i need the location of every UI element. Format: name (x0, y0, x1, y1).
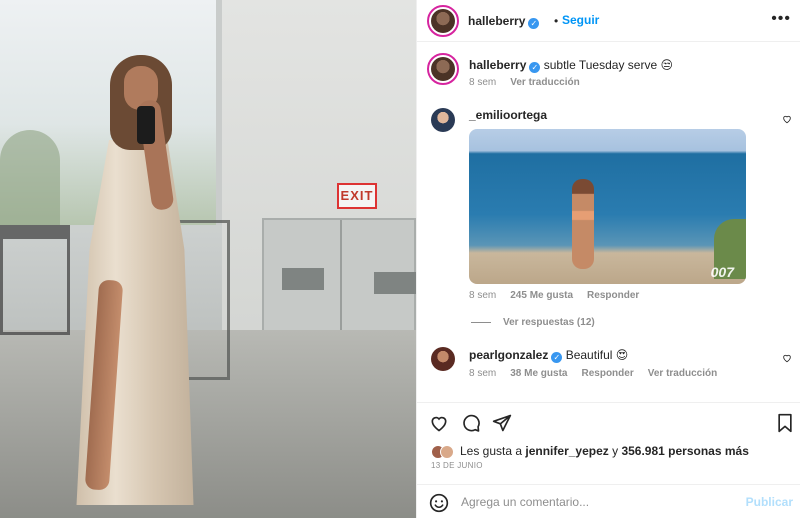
caption-translate-link[interactable]: Ver traducción (510, 77, 579, 88)
comment-username[interactable]: pearlgonzalez (469, 348, 548, 362)
comment-meta: 8 sem 38 Me gusta Responder Ver traducción (469, 368, 717, 379)
publish-button[interactable]: Publicar (746, 495, 793, 509)
caption-username[interactable]: halleberry (469, 58, 526, 72)
comment-like-heart-icon[interactable] (782, 353, 792, 363)
likes-text: Les gusta a jennifer_yepez y 356.981 per… (460, 444, 749, 458)
save-bookmark-icon[interactable] (776, 413, 794, 433)
comment-avatar[interactable] (431, 347, 455, 371)
verified-badge-icon: ✓ (528, 18, 540, 29)
likes-count-link[interactable]: 356.981 personas más (621, 444, 748, 458)
comment-reply-button[interactable]: Responder (581, 368, 633, 379)
follow-button[interactable]: Seguir (562, 13, 599, 27)
caption-meta: 8 sem Ver traducción (469, 77, 580, 88)
caption: halleberry ✓ subtle Tuesday serve 😒 (469, 58, 673, 73)
post-actions-bar (417, 402, 800, 442)
comment-composer: Publicar (417, 484, 800, 518)
post-header: halleberry ✓ • Seguir ••• (417, 0, 800, 42)
separator-dot: • (554, 14, 559, 28)
comment-reply-button[interactable]: Responder (587, 290, 639, 301)
photo-door-sign-left (282, 268, 324, 290)
comment-meta: 8 sem 245 Me gusta Responder (469, 290, 639, 301)
author-username[interactable]: halleberry (468, 14, 525, 28)
verified-badge-icon: ✓ (551, 352, 563, 363)
instagram-post-modal: EXIT halleberry ✓ • Seguir ••• halleberr… (0, 0, 800, 518)
comment-time: 8 sem (469, 368, 497, 379)
comment-likes-count[interactable]: 38 Me gusta (510, 368, 567, 379)
photo-door-sign-right (374, 272, 416, 294)
gif-figure (572, 179, 594, 269)
photo-chair (0, 225, 70, 335)
post-photo[interactable]: EXIT (0, 0, 416, 518)
like-heart-icon[interactable] (429, 413, 449, 433)
comment-translate-link[interactable]: Ver traducción (648, 368, 717, 379)
gif-watermark: 007 (710, 264, 734, 280)
comment: pearlgonzalez ✓ Beautiful 😍 (469, 348, 628, 363)
photo-tree (0, 130, 60, 225)
post-side-panel: halleberry ✓ • Seguir ••• halleberry ✓ sub… (416, 0, 800, 518)
likes-conjunction: y (612, 444, 619, 458)
caption-avatar[interactable] (427, 53, 459, 85)
view-replies-button[interactable]: Ver respuestas (12) (503, 317, 595, 328)
caption-avatar-image (431, 57, 455, 81)
likes-prefix: Les gusta a (460, 444, 523, 458)
comment-likes-count[interactable]: 245 Me gusta (510, 290, 573, 301)
verified-badge-icon: ✓ (529, 62, 541, 73)
photo-exit-sign: EXIT (337, 183, 377, 209)
more-horizontal-icon[interactable]: ••• (771, 10, 791, 28)
caption-time: 8 sem (469, 77, 497, 88)
photo-phone (137, 106, 155, 144)
comment-gif[interactable]: 007 (469, 129, 746, 284)
replies-divider (471, 322, 491, 323)
comment-avatar[interactable] (431, 108, 455, 132)
post-date[interactable]: 13 DE JUNIO (431, 461, 483, 470)
author-avatar[interactable] (427, 5, 459, 37)
author-username-row: halleberry ✓ (468, 14, 540, 29)
liker-avatar (440, 445, 454, 459)
comment-text: Beautiful 😍 (565, 348, 629, 362)
share-paper-plane-icon[interactable] (492, 413, 512, 433)
caption-text: subtle Tuesday serve 😒 (543, 58, 673, 72)
comment-username[interactable]: _emilioortega (469, 108, 547, 122)
author-avatar-image (431, 9, 455, 33)
likes-user-link[interactable]: jennifer_yepez (525, 444, 608, 458)
comment-time: 8 sem (469, 290, 497, 301)
comment-like-heart-icon[interactable] (782, 114, 792, 124)
comment-bubble-icon[interactable] (461, 413, 481, 433)
emoji-smile-icon[interactable] (429, 493, 449, 513)
comment-input[interactable] (461, 493, 731, 511)
